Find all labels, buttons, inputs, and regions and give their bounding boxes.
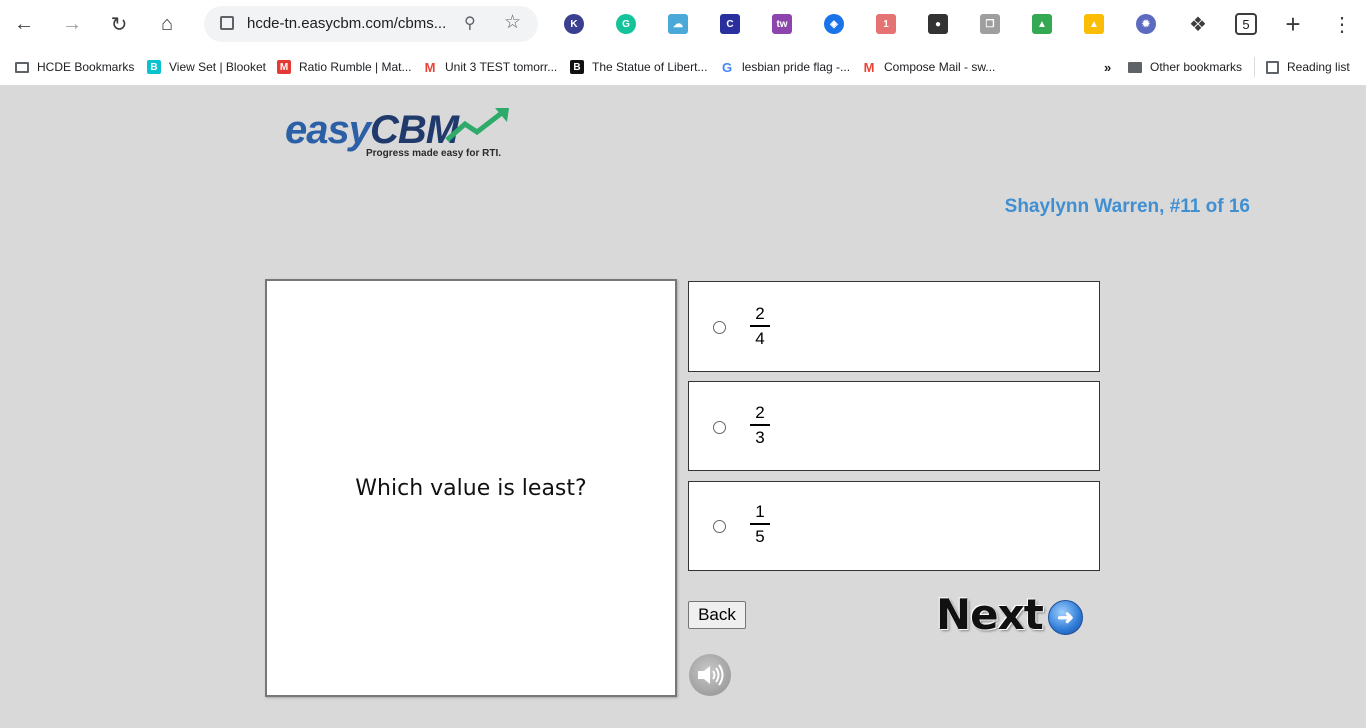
bookmark-star-icon[interactable]: ☆ [504, 11, 521, 34]
gmail-icon: M [423, 59, 437, 75]
copy-extension-icon[interactable]: ❐ [980, 14, 1000, 34]
home-icon[interactable]: ⌂ [151, 8, 183, 40]
url-text: hcde-tn.easycbm.com/cbms... [247, 15, 447, 32]
answer-choice-2[interactable]: 2 3 [688, 381, 1100, 471]
bookmark-label: Ratio Rumble | Mat... [299, 60, 412, 74]
site-info-icon[interactable] [220, 16, 234, 30]
fraction-denominator: 4 [755, 329, 765, 348]
bookmark-label: View Set | Blooket [169, 60, 266, 74]
brainpop-icon: B [570, 60, 584, 74]
question-text: Which value is least? [355, 475, 587, 501]
extensions-puzzle-icon[interactable]: ❖ [1182, 8, 1214, 40]
mathletics-icon: M [277, 60, 291, 74]
bookmark-compose-mail[interactable]: M Compose Mail - sw... [862, 58, 995, 76]
bookmark-hcde[interactable]: HCDE Bookmarks [15, 58, 134, 76]
logo-easy: easy [285, 108, 371, 152]
bookmark-label: HCDE Bookmarks [37, 60, 135, 74]
fraction-bar [750, 424, 770, 426]
fraction: 1 5 [750, 502, 770, 547]
reading-list-icon [1266, 60, 1279, 74]
browser-toolbar: ← → ↻ ⌂ hcde-tn.easycbm.com/cbms... ⚲ ☆ … [0, 0, 1366, 48]
shield-extension-icon[interactable]: ◈ [824, 14, 844, 34]
forward-arrow-icon[interactable]: → [56, 8, 88, 40]
bookmarks-divider [1254, 57, 1255, 77]
bookmark-label: lesbian pride flag -... [742, 60, 851, 74]
fraction-bar [750, 325, 770, 327]
bookmark-label: The Statue of Libert... [592, 60, 708, 74]
question-panel: Which value is least? [265, 279, 677, 697]
next-label: Next [936, 590, 1044, 639]
next-button[interactable]: Next ➜ [936, 590, 1086, 639]
kami-extension-icon[interactable]: K [564, 14, 584, 34]
radio-button[interactable] [713, 321, 726, 334]
reading-list-label: Reading list [1287, 60, 1350, 74]
bookmark-blooket[interactable]: B View Set | Blooket [147, 58, 266, 76]
fraction: 2 4 [750, 304, 770, 349]
logo-wordmark: easyCBM [285, 108, 459, 153]
back-arrow-icon[interactable]: ← [8, 8, 40, 40]
bookmark-ratio-rumble[interactable]: M Ratio Rumble | Mat... [277, 58, 412, 76]
grammarly-extension-icon[interactable]: G [616, 14, 636, 34]
zoom-icon[interactable]: ⚲ [464, 13, 476, 33]
cloud-extension-icon[interactable]: ☁ [668, 14, 688, 34]
student-progress: Shaylynn Warren, #11 of 16 [1004, 196, 1250, 217]
sunburst-extension-icon[interactable]: ✹ [1136, 14, 1156, 34]
radio-button[interactable] [713, 520, 726, 533]
radio-button[interactable] [713, 421, 726, 434]
folder-icon [15, 61, 29, 73]
google-icon: G [720, 59, 734, 75]
fraction-bar [750, 523, 770, 525]
fraction-denominator: 5 [755, 527, 765, 546]
blooket-icon: B [147, 60, 161, 74]
badge-extension-icon[interactable]: 1 [876, 14, 896, 34]
answer-choice-3[interactable]: 1 5 [688, 481, 1100, 571]
fraction-numerator: 2 [755, 403, 765, 422]
answer-choice-1[interactable]: 2 4 [688, 281, 1100, 372]
bookmark-unit3-test[interactable]: M Unit 3 TEST tomorr... [423, 58, 557, 76]
bookmark-label: Compose Mail - sw... [884, 60, 996, 74]
speaker-audio-icon[interactable] [689, 654, 731, 696]
fraction: 2 3 [750, 403, 770, 448]
folder-icon [1128, 61, 1142, 73]
arrow-right-icon: ➜ [1048, 600, 1083, 635]
address-bar[interactable]: hcde-tn.easycbm.com/cbms... ⚲ ☆ [204, 6, 538, 42]
bookmarks-bar: HCDE Bookmarks B View Set | Blooket M Ra… [0, 48, 1366, 86]
easycbm-logo: easyCBM Progress made easy for RTI. [285, 106, 510, 162]
tab-count-icon[interactable]: 5 [1235, 13, 1257, 35]
bookmark-label: Unit 3 TEST tomorr... [445, 60, 558, 74]
logo-tagline: Progress made easy for RTI. [366, 148, 502, 159]
other-bookmarks-label: Other bookmarks [1150, 60, 1243, 74]
new-tab-icon[interactable]: + [1277, 8, 1309, 40]
gmail-icon: M [862, 59, 876, 75]
other-bookmarks[interactable]: Other bookmarks [1128, 58, 1242, 76]
more-bookmarks-chevron-icon[interactable]: » [1104, 58, 1111, 76]
drive-extension-icon[interactable]: ▲ [1032, 14, 1052, 34]
bookmark-statue-liberty[interactable]: B The Statue of Libert... [570, 58, 707, 76]
growth-arrow-icon [445, 108, 509, 142]
incognito-extension-icon[interactable]: ● [928, 14, 948, 34]
back-button[interactable]: Back [688, 601, 746, 629]
fraction-numerator: 2 [755, 304, 765, 323]
bookmark-pride-flag[interactable]: G lesbian pride flag -... [720, 58, 850, 76]
puzzle-tw-extension-icon[interactable]: tw [772, 14, 792, 34]
reload-icon[interactable]: ↻ [103, 8, 135, 40]
fraction-denominator: 3 [755, 428, 765, 447]
reading-list[interactable]: Reading list [1266, 58, 1350, 76]
speaker-glyph-icon [698, 664, 724, 686]
menu-kebab-icon[interactable]: ⋮ [1326, 8, 1358, 40]
clever-extension-icon[interactable]: C [720, 14, 740, 34]
drive-2-extension-icon[interactable]: ▲ [1084, 14, 1104, 34]
fraction-numerator: 1 [755, 502, 765, 521]
